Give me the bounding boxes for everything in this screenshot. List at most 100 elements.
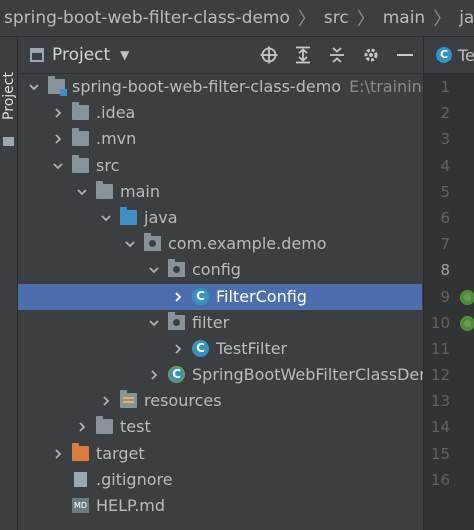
chevron-right-icon[interactable] (99, 392, 113, 410)
tree-item[interactable]: target (18, 441, 422, 467)
tree-item-label: resources (144, 391, 222, 411)
chevron-down-icon[interactable] (51, 157, 65, 175)
tree-item[interactable]: C SpringBootWebFilterClassDemo (18, 362, 445, 388)
folder-icon (72, 128, 89, 147)
class-icon: C (436, 47, 452, 63)
breadcrumb-item[interactable]: java (453, 8, 474, 28)
chevron-down-icon[interactable] (123, 235, 137, 253)
tree-item-label: .idea (96, 103, 136, 123)
tree-item-label: com.example.demo (168, 234, 327, 254)
chevron-right-icon[interactable] (171, 288, 185, 306)
chevron-right-icon[interactable] (51, 104, 65, 122)
tree-item-label: SpringBootWebFilterClassDemo (192, 365, 445, 385)
locate-icon[interactable] (252, 37, 286, 73)
settings-icon[interactable] (354, 37, 388, 73)
tree-item[interactable]: .gitignore (18, 467, 422, 493)
chevron-right-icon[interactable] (51, 130, 65, 148)
breadcrumb-separator-icon: 〉 (356, 9, 375, 30)
tree-item[interactable]: src (18, 153, 422, 179)
tree-item[interactable]: main (18, 179, 422, 205)
tree-item[interactable]: config (18, 257, 422, 283)
breadcrumb-item[interactable]: spring-boot-web-filter-class-demo (0, 8, 296, 28)
expand-all-icon[interactable] (286, 37, 320, 73)
tree-item[interactable]: C FilterConfig (18, 283, 422, 310)
tree-item[interactable]: com.example.demo (18, 231, 422, 257)
chevron-down-icon[interactable] (147, 314, 161, 332)
minimize-icon[interactable] (388, 37, 422, 73)
project-panel: Project ▼ spring-boot-web-filter-class-d… (18, 37, 445, 530)
tree-item[interactable]: resources (18, 388, 422, 414)
chevron-down-icon[interactable] (27, 78, 41, 96)
line-number: 7 (440, 235, 450, 254)
tree-item-label: FilterConfig (216, 286, 307, 306)
line-number: 10 (430, 313, 450, 332)
tree-item[interactable]: .mvn (18, 126, 422, 152)
tree-item-label: .mvn (96, 129, 137, 149)
chevron-right-icon[interactable] (147, 366, 161, 384)
line-number: 2 (440, 104, 450, 123)
breadcrumb-item[interactable]: src (318, 8, 355, 28)
tree-item-label: spring-boot-web-filter-class-demo (72, 77, 342, 96)
source-folder-icon (120, 206, 137, 225)
package-icon (144, 233, 161, 252)
tree-item[interactable]: java (18, 205, 422, 231)
project-path: E:\training (349, 77, 432, 96)
chevron-right-icon[interactable] (171, 340, 185, 358)
chevron-down-icon[interactable] (75, 183, 89, 201)
spring-gutter-icon[interactable] (460, 315, 474, 331)
line-number: 15 (430, 444, 450, 463)
tree-item[interactable]: MD HELP.md (18, 493, 422, 519)
breadcrumb: spring-boot-web-filter-class-demo 〉 src 〉 ma… (0, 0, 474, 37)
chevron-down-icon[interactable] (99, 209, 113, 227)
project-view-selector[interactable]: Project (52, 45, 110, 65)
tree-item[interactable]: spring-boot-web-filter-class-demo E:\trai… (18, 74, 432, 100)
chevron-down-icon[interactable] (147, 261, 161, 279)
package-icon (168, 259, 185, 278)
tree-item[interactable]: .idea (18, 100, 422, 126)
tree-item-label: java (144, 207, 178, 227)
line-number: 1 (440, 78, 450, 96)
folder-icon (3, 137, 14, 146)
tree-item[interactable]: C TestFilter (18, 336, 422, 362)
class-icon: C (192, 339, 209, 357)
line-number: 3 (440, 130, 450, 149)
file-icon (74, 471, 87, 487)
tree-item-label: .gitignore (96, 469, 173, 489)
line-number: 8 (440, 261, 450, 280)
editor-area: C Te 1 2 3 4 5 6 7 8 9 10 11 12 13 14 15 16 (423, 37, 474, 530)
tree-item-label: HELP.md (96, 496, 166, 515)
editor-tab-label: Te (458, 45, 474, 65)
tree-item-label: config (192, 260, 241, 280)
chevron-right-icon[interactable] (51, 445, 65, 463)
tree-item-label: target (96, 443, 145, 463)
line-number: 4 (440, 156, 450, 175)
project-panel-header: Project ▼ (18, 37, 422, 74)
line-number: 16 (430, 470, 450, 489)
line-number: 11 (430, 339, 450, 358)
tree-item-label: src (96, 155, 120, 175)
editor-tab[interactable]: C Te (424, 37, 474, 74)
folder-icon (72, 102, 89, 121)
tree-item-label: filter (192, 312, 230, 332)
chevron-down-icon[interactable]: ▼ (120, 48, 129, 62)
line-number: 12 (430, 366, 450, 385)
breadcrumb-item[interactable]: main (377, 8, 431, 28)
tree-item-label: test (120, 417, 151, 437)
breadcrumb-separator-icon: 〉 (433, 9, 452, 30)
line-number: 13 (430, 392, 450, 411)
tree-item[interactable]: test (18, 414, 422, 440)
tree-item[interactable]: filter (18, 310, 422, 336)
collapse-all-icon[interactable] (320, 37, 354, 73)
tree-item-label: main (120, 181, 160, 201)
project-tree: spring-boot-web-filter-class-demo E:\trai… (18, 74, 445, 519)
line-number: 14 (430, 418, 450, 437)
excluded-folder-icon (72, 442, 89, 461)
chevron-right-icon[interactable] (75, 418, 89, 436)
left-tool-strip: Project (0, 37, 18, 530)
line-number: 6 (440, 208, 450, 227)
folder-icon (96, 416, 113, 435)
spring-gutter-icon[interactable] (460, 289, 474, 305)
project-tool-window-tab[interactable]: Project (0, 61, 18, 131)
folder-icon (96, 180, 113, 199)
line-number: 9 (440, 287, 450, 306)
